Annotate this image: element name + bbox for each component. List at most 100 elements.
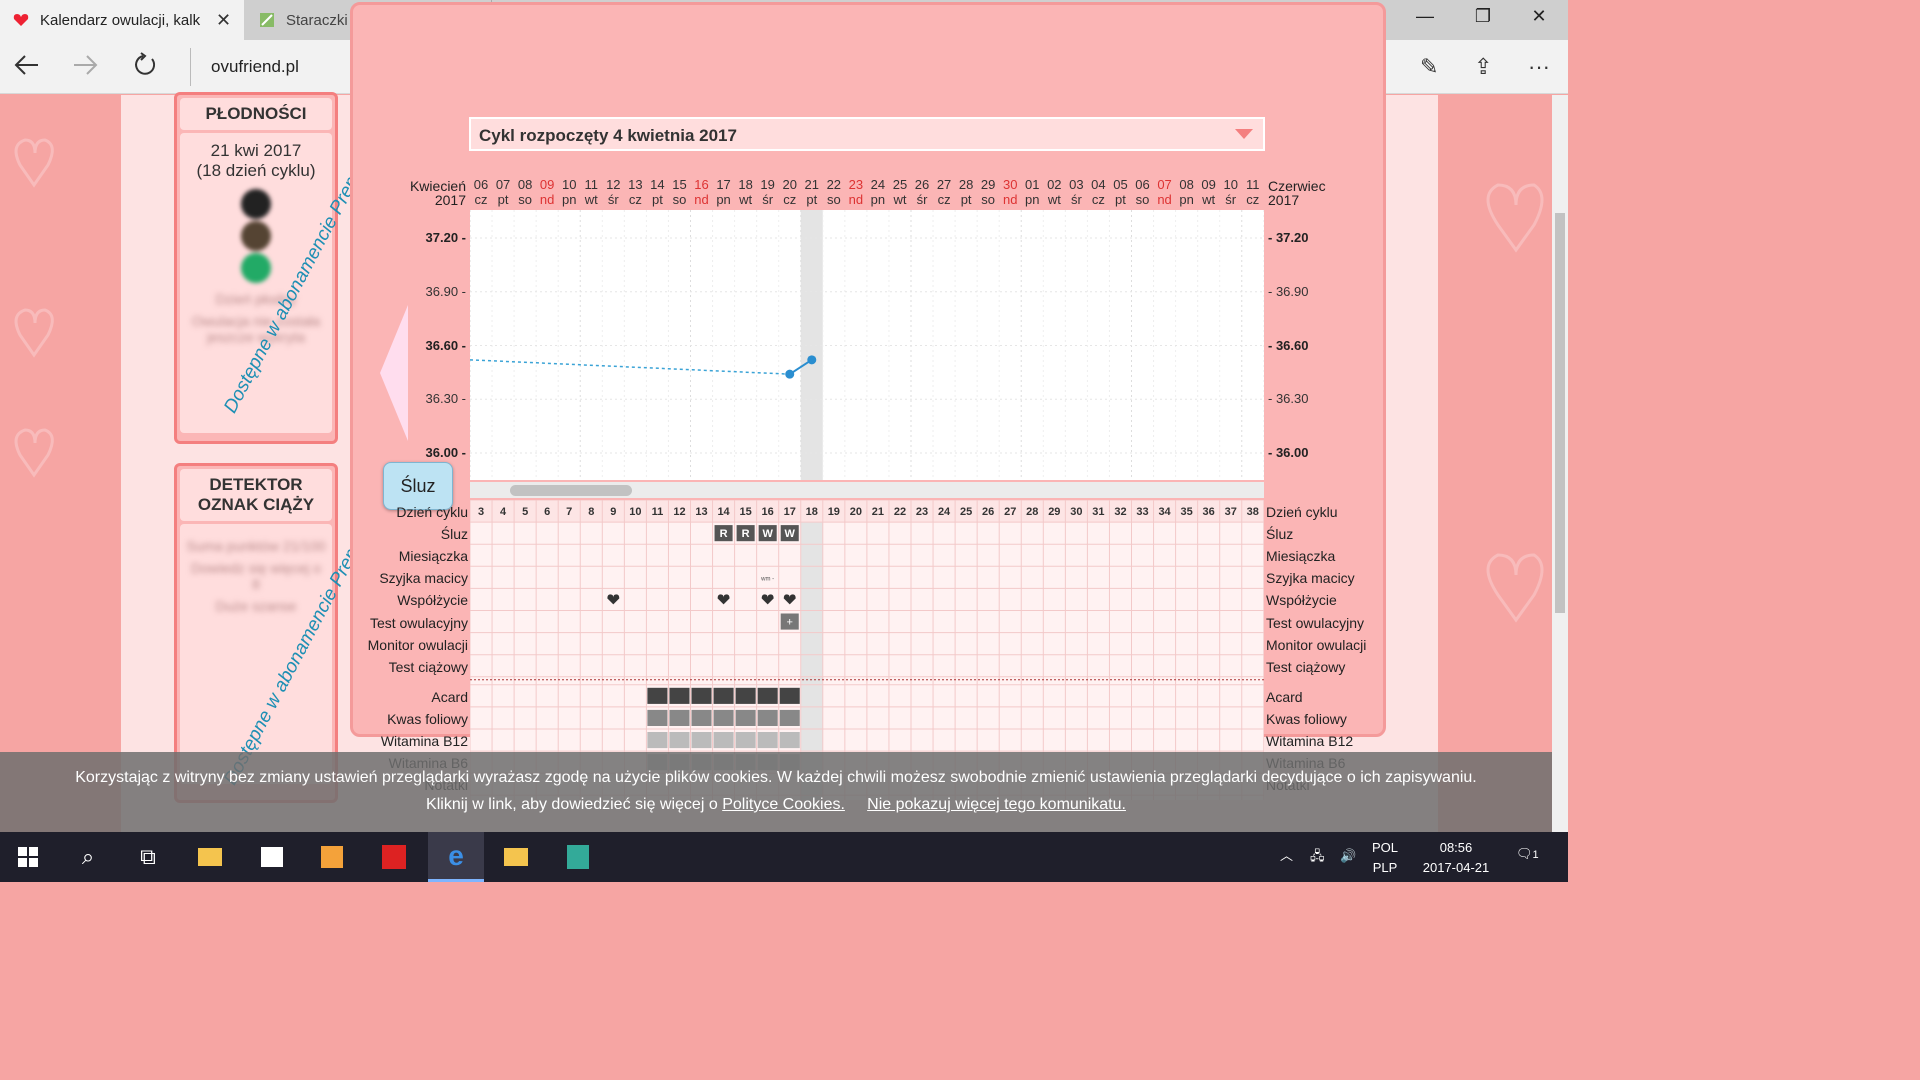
search-icon[interactable]: ⌕ [60,832,116,882]
windows-start-icon[interactable] [0,832,56,882]
supplement-pill-icon [757,687,778,704]
cycle-day-number: 30 [1070,506,1082,518]
close-icon[interactable]: ✕ [216,10,231,31]
sluz-button[interactable]: Śluz [383,462,453,510]
date-header-weekday: śr [762,192,774,207]
vertical-scrollbar[interactable] [1552,95,1568,832]
window-close-icon[interactable]: ✕ [1519,6,1559,27]
app-green-icon[interactable] [550,832,606,882]
row-label-right: Test owulacyjny [1266,614,1365,631]
date-header-day: 15 [672,177,687,192]
supplement-pill-icon [779,709,800,726]
row-label-right: Szyjka macicy [1266,570,1355,587]
cookie-banner: Korzystając z witryny bez zmiany ustawie… [0,752,1552,832]
cookie-dismiss-link[interactable]: Nie pokazuj więcej tego komunikatu. [867,796,1126,813]
date-header-day: 18 [738,177,753,192]
date-header-day: 08 [1179,177,1194,192]
cycle-day-number: 34 [1158,506,1171,518]
cycle-day-number: 9 [610,506,616,518]
date-line: 21 kwi 2017 [210,141,302,160]
date-header-weekday: pt [1115,192,1126,207]
cycle-day-number: 28 [1026,506,1038,518]
date-header-day: 19 [760,177,775,192]
date-header-weekday: pn [870,192,886,207]
web-note-icon[interactable]: ✎ [1420,54,1438,80]
cookie-policy-link[interactable]: Polityce Cookies. [722,796,845,813]
forward-icon[interactable] [72,52,98,85]
sluz-mark: W [785,528,796,540]
temperature-chart [469,210,1265,480]
date-header-day: 02 [1047,177,1062,192]
task-view-icon[interactable]: ⧉ [120,832,176,882]
date-header-weekday: so [826,192,841,207]
cycle-select[interactable]: Cykl rozpoczęty 4 kwietnia 2017 [469,117,1265,151]
date-header-day: 12 [606,177,621,192]
detector-title: DETEKTOR OZNAK CIĄŻY [180,469,332,521]
date-header-weekday: wt [893,192,907,207]
tab-kalendarz[interactable]: Kalendarz owulacji, kalk ✕ [0,0,244,40]
refresh-icon[interactable] [132,52,158,85]
right-year-label: 2017 [1268,192,1300,208]
cycle-day-number: 14 [717,506,730,518]
date-header-weekday: wt [1202,192,1216,207]
points-status: Suma punktów 21/100 [186,538,326,554]
supplement-pill-icon [779,687,800,704]
supplement-pill-icon [757,709,778,726]
supplement-pill-icon [647,709,668,726]
intercourse-heart-icon [607,594,620,605]
file-explorer-icon[interactable] [182,832,238,882]
cycle-day-number: 31 [1092,506,1104,518]
prev-cycle-arrow-icon[interactable] [380,305,408,441]
date-header-weekday: so [672,192,687,207]
share-icon[interactable]: ⇪ [1474,54,1492,80]
date-header-day: 07 [1157,177,1172,192]
media-player-icon[interactable] [304,832,360,882]
date-header-weekday: pn [716,192,731,207]
leaf-favicon-icon [258,11,276,29]
mail-icon[interactable] [488,832,544,882]
url-field[interactable]: ovufriend.pl [190,48,299,86]
supplement-label-right: Kwas foliowy [1266,710,1347,727]
supplement-label-right: Witamina B12 [1266,733,1354,749]
cycle-day-number: 36 [1203,506,1215,518]
notifications-icon[interactable]: 🗨1 [1516,844,1539,865]
chart-horizontal-scrollbar[interactable] [470,482,1264,498]
store-icon[interactable] [244,832,300,882]
cycle-day-number: 37 [1225,506,1237,518]
y-tick-right: - 36.60 [1268,337,1309,353]
cycle-day-number: 27 [1004,506,1016,518]
traffic-light-icon [236,189,276,283]
cycle-day-number: 13 [695,506,707,518]
clock[interactable]: 08:56 2017-04-21 [1414,838,1498,878]
date-header-weekday: pt [806,192,818,207]
language-indicator[interactable]: POL PLP [1372,838,1398,878]
show-hidden-icons-icon[interactable]: ︿ [1280,846,1293,866]
back-icon[interactable] [14,52,40,85]
restore-icon[interactable]: ❐ [1463,6,1503,27]
y-tick-left: 36.60 - [425,337,466,353]
date-header-weekday: wt [739,192,753,207]
row-label-left: Szyjka macicy [379,570,468,587]
date-header-weekday: nd [694,192,709,207]
date-header-day: 23 [848,177,864,192]
date-header-day: 09 [1201,177,1216,192]
row-label-left: Współżycie [397,592,468,609]
date-header-day: 17 [716,177,731,192]
date-header-weekday: pt [960,192,972,207]
y-tick-left: 36.90 - [425,283,466,299]
cycle-day-number: 15 [740,506,752,518]
edge-icon[interactable]: e [428,832,484,882]
sluz-mark: R [720,528,728,540]
heart-background-right [1486,183,1544,623]
minimize-icon[interactable]: — [1405,6,1445,27]
more-icon[interactable]: ··· [1528,54,1550,80]
supplement-pill-icon [713,709,734,726]
scroll-thumb[interactable] [510,485,632,496]
date-header-day: 03 [1069,177,1084,192]
volume-icon[interactable]: 🔊 [1340,846,1356,866]
taskbar: ⌕ ⧉ e ︿ 🖧 🔊 POL PLP 08:56 2017-04-21 🗨1 [0,832,1568,882]
network-icon[interactable]: 🖧 [1310,846,1325,866]
date-header-weekday: śr [916,192,928,207]
app-red-icon[interactable] [366,832,422,882]
date-header-day: 06 [473,177,489,192]
